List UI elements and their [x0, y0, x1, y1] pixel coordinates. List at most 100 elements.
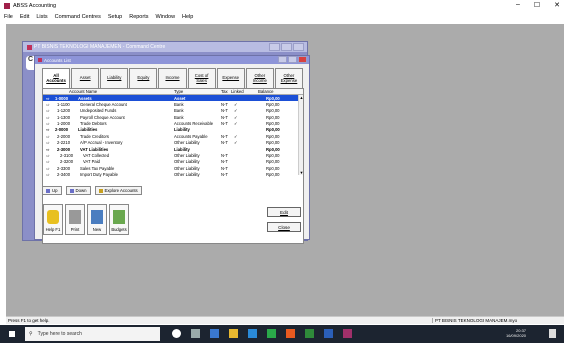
cc-maximize-button[interactable]: [281, 43, 292, 51]
account-name: VAT Liabilities: [80, 146, 109, 152]
command-centre-icon: [27, 44, 32, 50]
title-bar: ABSS Accounting – ☐ ✕: [0, 0, 564, 12]
row-expand-icon: ⇨: [46, 172, 50, 178]
down-label: Down: [75, 188, 87, 193]
edge-icon[interactable]: [210, 329, 219, 338]
menu-window[interactable]: Window: [155, 14, 175, 20]
tax-code: N-T: [221, 133, 228, 139]
account-name: General Cheque Account: [80, 101, 127, 107]
taskbar-search-box[interactable]: ⚲ Type here to search: [25, 327, 160, 341]
menu-help[interactable]: Help: [182, 14, 193, 20]
menu-file[interactable]: File: [4, 14, 13, 20]
up-button[interactable]: Up: [42, 186, 62, 195]
account-balance: Rp0,00: [266, 165, 280, 171]
tab-income[interactable]: Income: [158, 68, 187, 88]
budgets-icon: [113, 210, 125, 224]
tab-other-expense[interactable]: Other Expense: [274, 68, 303, 88]
windows-taskbar: ⚲ Type here to search 20:37 16/09/2020: [0, 325, 564, 343]
budgets-button[interactable]: Budgets: [109, 204, 129, 235]
account-code: 2-0000: [55, 127, 69, 133]
close-button[interactable]: Close: [267, 222, 301, 232]
col-tax[interactable]: Tax: [221, 89, 228, 94]
help-button[interactable]: Help F1: [43, 204, 63, 235]
excel-icon[interactable]: [305, 329, 314, 338]
row-expand-icon: ⇨: [46, 133, 50, 139]
account-name: Trade Debtors: [80, 121, 107, 127]
budgets-label: Budgets: [111, 227, 127, 232]
explore-icon: [98, 188, 103, 193]
menu-edit[interactable]: Edit: [20, 14, 29, 20]
notification-icon[interactable]: [549, 329, 556, 338]
accounts-list-titlebar[interactable]: Accounts List: [35, 56, 309, 64]
file-explorer-icon[interactable]: [229, 329, 238, 338]
app-window: ABSS Accounting – ☐ ✕ File Edit Lists Co…: [0, 0, 564, 343]
abss-taskbar-icon[interactable]: [343, 329, 352, 338]
mail-icon[interactable]: [267, 329, 276, 338]
tab-liability[interactable]: Liability: [100, 68, 129, 88]
account-balance: Rp0,00: [266, 146, 280, 152]
taskbar-apps: [172, 329, 352, 338]
vertical-scrollbar[interactable]: ▲ ▼: [298, 95, 303, 175]
cc-minimize-button[interactable]: [269, 43, 280, 51]
account-balance: Rp0,00: [266, 127, 280, 133]
col-linked[interactable]: Linked: [231, 89, 244, 94]
command-centre-title: PT BISNIS TEKNOLOGI MANAJEMEN - Command …: [34, 44, 166, 50]
account-name: Liabilities: [78, 127, 98, 133]
tab-cost-of-sales[interactable]: Cost of Sales: [187, 68, 216, 88]
print-label: Print: [70, 227, 80, 232]
al-close-button[interactable]: [298, 56, 307, 63]
col-account-name[interactable]: Account Name: [69, 89, 97, 94]
status-bar: Press F1 to get help. PT BISNIS TEKNOLOG…: [6, 316, 564, 324]
account-type: Other Liability: [174, 165, 200, 171]
maximize-button[interactable]: ☐: [534, 1, 540, 9]
edit-button[interactable]: Edit: [267, 207, 301, 217]
store-icon[interactable]: [248, 329, 257, 338]
col-type[interactable]: Type: [174, 89, 183, 94]
explore-accounts-button[interactable]: Explore Accounts: [94, 186, 142, 195]
tab-asset[interactable]: Asset: [71, 68, 100, 88]
new-button[interactable]: New: [87, 204, 107, 235]
scroll-up-arrow-icon[interactable]: ▲: [299, 95, 304, 100]
cortana-icon[interactable]: [172, 329, 181, 338]
table-row[interactable]: ⇨ 2-3400 Import Duty Payable Other Liabilit…: [43, 172, 303, 178]
account-code: 2-3100: [60, 153, 74, 159]
command-centre-titlebar[interactable]: PT BISNIS TEKNOLOGI MANAJEMEN - Command …: [23, 42, 307, 52]
system-tray-clock[interactable]: 20:37 16/09/2020: [506, 328, 526, 338]
close-window-button[interactable]: ✕: [554, 1, 560, 9]
al-maximize-button[interactable]: [288, 56, 297, 63]
down-button[interactable]: Down: [65, 186, 91, 195]
minimize-button[interactable]: –: [516, 1, 520, 9]
windows-start-icon[interactable]: [9, 331, 15, 337]
account-type: Other Liability: [174, 159, 200, 165]
accounts-list-window[interactable]: Accounts List All Accounts Asset Liability…: [34, 55, 310, 244]
menu-command-centres[interactable]: Command Centres: [55, 14, 101, 20]
linked-check: ✓: [234, 101, 238, 107]
row-expand-icon: ⇨: [46, 114, 50, 120]
linked-check: ✓: [234, 140, 238, 146]
tab-all-accounts[interactable]: All Accounts: [42, 68, 71, 88]
menu-reports[interactable]: Reports: [129, 14, 148, 20]
tab-other-income[interactable]: Other Income: [245, 68, 274, 88]
print-button[interactable]: Print: [65, 204, 85, 235]
al-minimize-button[interactable]: [278, 56, 287, 63]
col-balance[interactable]: Balance: [258, 89, 274, 94]
menu-setup[interactable]: Setup: [108, 14, 122, 20]
word-icon[interactable]: [324, 329, 333, 338]
account-code: 1-0000: [55, 95, 69, 101]
tab-equity[interactable]: Equity: [129, 68, 158, 88]
row-expand-icon: ⇨: [46, 101, 50, 107]
account-name: Undeposited Funds: [80, 108, 117, 114]
account-code: 1-1300: [57, 114, 71, 120]
scroll-down-arrow-icon[interactable]: ▼: [299, 170, 304, 175]
menu-lists[interactable]: Lists: [36, 14, 47, 20]
account-code: 1-2000: [57, 121, 71, 127]
cc-close-button[interactable]: [293, 43, 304, 51]
task-view-icon[interactable]: [191, 329, 200, 338]
account-code: 2-3200: [60, 159, 74, 165]
command-centre-controls: [269, 43, 304, 51]
account-type: Accounts Payable: [174, 133, 208, 139]
chrome-icon[interactable]: [286, 329, 295, 338]
down-arrow-icon: [69, 188, 74, 193]
account-type: Liability: [174, 127, 190, 133]
tab-expense[interactable]: Expense: [216, 68, 245, 88]
